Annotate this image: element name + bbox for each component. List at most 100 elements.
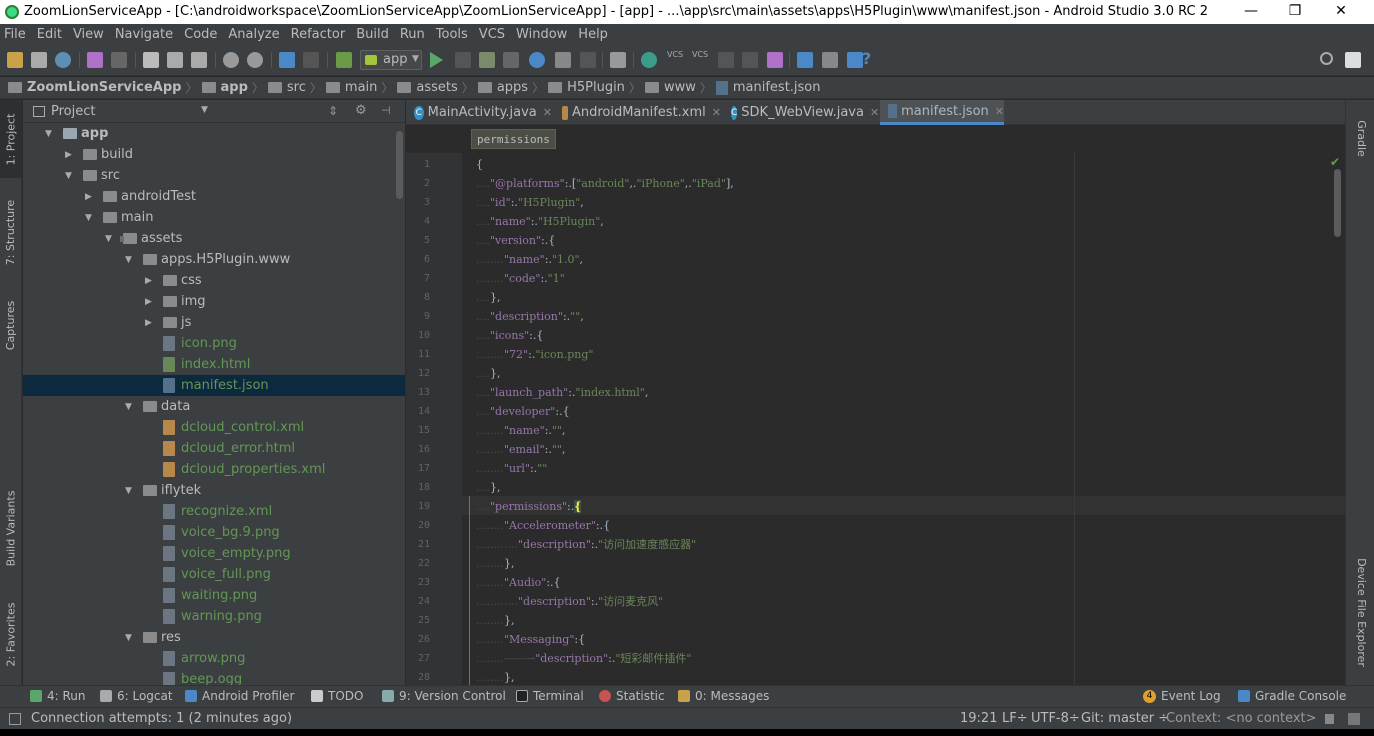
- tree-item-css[interactable]: ▶ css: [23, 270, 405, 291]
- tree-item-assets[interactable]: ▼ assets: [23, 228, 405, 249]
- menu-edit[interactable]: Edit: [37, 27, 62, 42]
- breadcrumb-permissions[interactable]: permissions: [471, 129, 556, 149]
- gear-icon[interactable]: ⚙: [355, 103, 367, 118]
- chevron-down-icon[interactable]: ▼: [125, 486, 135, 496]
- tree-item-dcloud-control-xml[interactable]: dcloud_control.xml: [23, 417, 405, 438]
- nav-crumb-1[interactable]: app 〉: [201, 79, 264, 96]
- help-icon[interactable]: ?: [862, 49, 871, 68]
- restore-button[interactable]: ❐: [1272, 0, 1318, 24]
- vcs-update-icon[interactable]: VCS: [667, 50, 683, 59]
- copy-icon[interactable]: [167, 52, 183, 68]
- nav-crumb-4[interactable]: assets 〉: [397, 79, 474, 96]
- menu-view[interactable]: View: [73, 27, 104, 42]
- chevron-right-icon[interactable]: ▶: [65, 150, 75, 160]
- user-icon[interactable]: [1345, 52, 1361, 68]
- minimize-button[interactable]: —: [1228, 0, 1274, 24]
- vcs-compare-icon[interactable]: [718, 52, 734, 68]
- menu-tools[interactable]: Tools: [436, 27, 468, 42]
- captures-tool-tab[interactable]: Captures: [0, 290, 22, 360]
- tree-item-dcloud-error-html[interactable]: dcloud_error.html: [23, 438, 405, 459]
- tree-item-androidtest[interactable]: ▶ androidTest: [23, 186, 405, 207]
- paste-icon[interactable]: [191, 52, 207, 68]
- project-structure-icon[interactable]: [797, 52, 813, 68]
- find-icon[interactable]: [223, 52, 239, 68]
- attach-debugger-icon[interactable]: [503, 52, 519, 68]
- menu-window[interactable]: Window: [516, 27, 567, 42]
- search-everywhere-icon[interactable]: [1320, 52, 1333, 65]
- version-control-tab[interactable]: 9: Version Control: [382, 689, 506, 703]
- debug-icon[interactable]: [479, 52, 495, 68]
- open-icon[interactable]: [7, 52, 23, 68]
- tree-item-src[interactable]: ▼ src: [23, 165, 405, 186]
- chevron-right-icon[interactable]: ▶: [145, 318, 155, 328]
- sdk-manager-icon[interactable]: [822, 52, 838, 68]
- menu-navigate[interactable]: Navigate: [115, 27, 173, 42]
- menu-refactor[interactable]: Refactor: [291, 27, 346, 42]
- nav-crumb-3[interactable]: main 〉: [325, 79, 393, 96]
- messages-tab[interactable]: 0: Messages: [678, 689, 769, 703]
- chevron-right-icon[interactable]: ▶: [145, 297, 155, 307]
- menu-code[interactable]: Code: [184, 27, 217, 42]
- make-project-icon[interactable]: [336, 52, 352, 68]
- run-configuration-select[interactable]: app ▼: [360, 50, 422, 70]
- git-branch[interactable]: Git: master ÷: [1081, 711, 1169, 726]
- chevron-right-icon[interactable]: ▶: [145, 276, 155, 286]
- tree-item-icon-png[interactable]: icon.png: [23, 333, 405, 354]
- tree-item-app[interactable]: ▼ app: [23, 123, 405, 144]
- memory-indicator-icon[interactable]: [1348, 713, 1360, 725]
- apply-changes-icon[interactable]: [455, 52, 471, 68]
- close-tab-icon[interactable]: ✕: [995, 105, 1004, 118]
- gradle-tool-tab[interactable]: Gradle: [1350, 108, 1372, 168]
- hide-panel-icon[interactable]: ⊣: [381, 104, 391, 117]
- tree-item-apps-h5plugin-www[interactable]: ▼ apps.H5Plugin.www: [23, 249, 405, 270]
- chevron-down-icon[interactable]: ▼: [201, 105, 208, 115]
- editor-tab-mainactivity-java[interactable]: C MainActivity.java ✕: [406, 100, 552, 125]
- tree-item-arrow-png[interactable]: arrow.png: [23, 648, 405, 669]
- download-icon[interactable]: [847, 52, 863, 68]
- tree-item-res[interactable]: ▼ res: [23, 627, 405, 648]
- run-tab[interactable]: 4: Run: [30, 689, 86, 703]
- vcs-commit-icon[interactable]: VCS: [692, 50, 708, 59]
- tree-item-voice-full-png[interactable]: voice_full.png: [23, 564, 405, 585]
- redo-icon[interactable]: [111, 52, 127, 68]
- tree-item-js[interactable]: ▶ js: [23, 312, 405, 333]
- tree-item-warning-png[interactable]: warning.png: [23, 606, 405, 627]
- run-coverage-icon[interactable]: [555, 52, 571, 68]
- revert-icon[interactable]: [767, 52, 783, 68]
- context-indicator[interactable]: Context: <no context>: [1166, 711, 1317, 726]
- tree-item-data[interactable]: ▼ data: [23, 396, 405, 417]
- tree-item-dcloud-properties-xml[interactable]: dcloud_properties.xml: [23, 459, 405, 480]
- device-file-explorer-tab[interactable]: Device File Explorer: [1350, 550, 1372, 675]
- project-tool-tab[interactable]: 1: Project: [0, 100, 22, 178]
- editor-tab-manifest-json[interactable]: manifest.json ✕: [880, 100, 1004, 125]
- avd-manager-icon[interactable]: [610, 52, 626, 68]
- collapse-all-icon[interactable]: ⇕: [328, 104, 338, 118]
- statistic-tab[interactable]: Statistic: [599, 689, 665, 703]
- close-tab-icon[interactable]: ✕: [712, 106, 721, 119]
- todo-tab[interactable]: TODO: [311, 689, 363, 703]
- nav-crumb-2[interactable]: src 〉: [267, 79, 322, 96]
- logcat-tab[interactable]: 6: Logcat: [100, 689, 173, 703]
- tree-item-voice-bg-9-png[interactable]: voice_bg.9.png: [23, 522, 405, 543]
- nav-crumb-5[interactable]: apps 〉: [477, 79, 544, 96]
- sync-gradle-icon[interactable]: [641, 52, 657, 68]
- menu-analyze[interactable]: Analyze: [228, 27, 279, 42]
- menu-vcs[interactable]: VCS: [479, 27, 505, 42]
- lock-icon[interactable]: [1325, 714, 1334, 724]
- chevron-down-icon[interactable]: ▼: [105, 234, 115, 244]
- nav-crumb-7[interactable]: www 〉: [644, 79, 712, 96]
- tree-item-build[interactable]: ▶ build: [23, 144, 405, 165]
- android-profiler-tab[interactable]: Android Profiler: [185, 689, 294, 703]
- tree-item-iflytek[interactable]: ▼ iflytek: [23, 480, 405, 501]
- chevron-down-icon[interactable]: ▼: [125, 255, 135, 265]
- tree-item-index-html[interactable]: index.html: [23, 354, 405, 375]
- close-tab-icon[interactable]: ✕: [870, 106, 879, 119]
- project-view-selector[interactable]: Project: [51, 104, 95, 119]
- menu-run[interactable]: Run: [400, 27, 425, 42]
- tree-item-recognize-xml[interactable]: recognize.xml: [23, 501, 405, 522]
- terminal-tab[interactable]: Terminal: [516, 689, 584, 703]
- replace-icon[interactable]: [247, 52, 263, 68]
- run-icon[interactable]: [430, 52, 443, 68]
- chevron-down-icon[interactable]: ▼: [85, 213, 95, 223]
- tree-item-voice-empty-png[interactable]: voice_empty.png: [23, 543, 405, 564]
